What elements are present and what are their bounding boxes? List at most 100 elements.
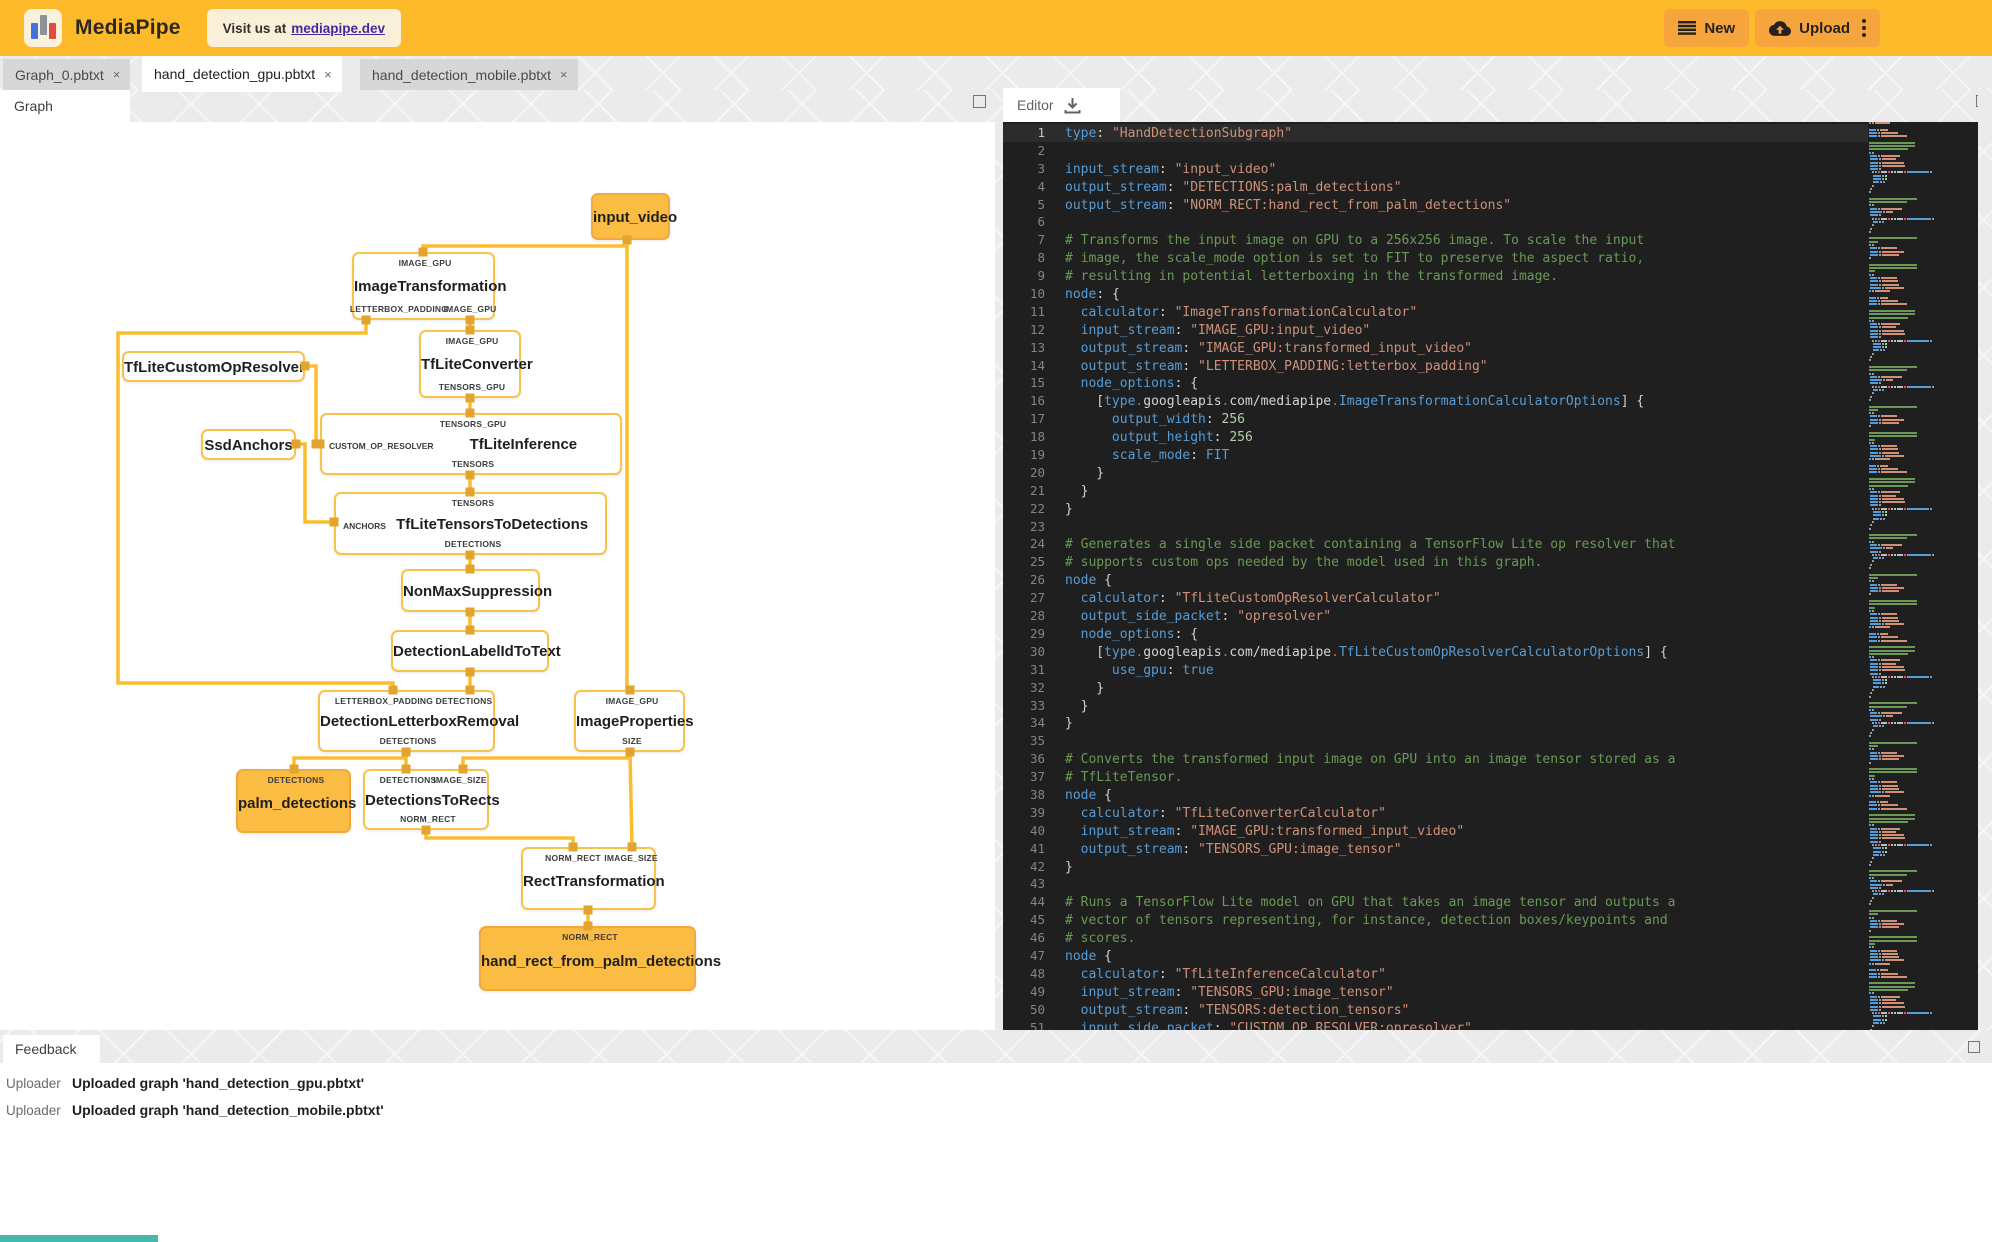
code-line-13: 13 output_stream: "IMAGE_GPU:transformed_…	[1003, 339, 1868, 357]
minimap-line	[1868, 774, 1951, 777]
graph-canvas[interactable]: input_video IMAGE_GPU LETTERBOX_PADDING IMA…	[0, 122, 995, 1030]
minimap-line	[1868, 735, 1951, 738]
graph-node-hand_rect_from_palm_detections[interactable]: NORM_RECT hand_rect_from_palm_detections	[479, 926, 722, 991]
port-label-TENSORS_GPU: TENSORS_GPU	[438, 382, 506, 392]
minimap-line	[1868, 586, 1951, 589]
line-number: 24	[1029, 536, 1045, 552]
graph-node-input_video[interactable]: input_video	[591, 193, 677, 240]
minimap-line	[1868, 619, 1951, 622]
minimap-line	[1868, 896, 1951, 899]
minimap-line	[1868, 603, 1951, 606]
minimap-line	[1868, 798, 1951, 800]
graph-node-SsdAnchors[interactable]: SsdAnchors	[201, 429, 296, 460]
new-button[interactable]: New	[1664, 9, 1750, 47]
graph-maximize-icon[interactable]	[973, 95, 986, 108]
file-tab-hand_detection_gpu.pbtxt[interactable]: hand_detection_gpu.pbtxt ×	[142, 56, 342, 92]
editor-minimap[interactable]	[1868, 122, 1951, 1030]
minimap-line	[1868, 392, 1951, 395]
tab-feedback[interactable]: Feedback	[3, 1035, 100, 1063]
minimap-line	[1868, 929, 1951, 932]
graph-node-NonMaxSuppression[interactable]: NonMaxSuppression	[401, 569, 552, 612]
minimap-line	[1868, 679, 1951, 682]
minimap-line	[1868, 804, 1951, 807]
minimap-line	[1868, 1025, 1951, 1028]
minimap-line	[1868, 725, 1951, 728]
minimap-line	[1868, 715, 1951, 718]
minimap-line	[1868, 458, 1951, 461]
minimap-line	[1868, 408, 1951, 411]
minimap-line	[1868, 850, 1951, 853]
code-line-21: 21}	[1003, 482, 1868, 500]
close-tab-icon[interactable]: ×	[560, 68, 568, 81]
code-line-25: 25 # supports custom ops needed by the mo…	[1003, 553, 1868, 571]
minimap-line	[1868, 148, 1951, 151]
minimap-line	[1868, 665, 1951, 668]
graph-node-DetectionsToRects[interactable]: DETECTIONS IMAGE_SIZE NORM_RECT DetectionsT…	[363, 769, 500, 830]
download-icon[interactable]	[1064, 97, 1081, 114]
minimap-line	[1868, 257, 1951, 260]
minimap-line	[1868, 741, 1951, 744]
minimap-line	[1868, 253, 1951, 256]
minimap-line	[1868, 765, 1951, 767]
mediapipe-dev-link[interactable]: mediapipe.dev	[291, 21, 385, 36]
minimap-line	[1868, 349, 1951, 352]
graph-node-ImageTransformation[interactable]: IMAGE_GPU LETTERBOX_PADDING IMAGE_GPU Image…	[350, 252, 507, 320]
minimap-line	[1868, 468, 1951, 471]
minimap-line	[1868, 309, 1951, 312]
minimap-line	[1868, 181, 1951, 184]
minimap-line	[1868, 217, 1951, 220]
minimap-line	[1868, 224, 1951, 227]
graph-node-TfLiteConverter[interactable]: IMAGE_GPU TENSORS_GPU TfLiteConverter	[419, 330, 533, 398]
graph-node-DetectionLabelIdToText[interactable]: DetectionLabelIdToText	[391, 630, 561, 672]
code-editor[interactable]: 1 type: "HandDetectionSubgraph" 2 3 input_st…	[1003, 122, 1978, 1030]
minimap-line	[1868, 547, 1951, 550]
minimap-line	[1868, 883, 1951, 886]
minimap-line	[1868, 145, 1951, 148]
minimap-line	[1868, 771, 1951, 774]
feedback-row: Uploader Uploaded graph 'hand_detection_m…	[0, 1097, 1992, 1123]
code-line-9: 9 # resulting in potential letterboxing i…	[1003, 267, 1868, 285]
minimap-line	[1868, 537, 1951, 540]
file-tab-hand_detection_mobile.pbtxt[interactable]: hand_detection_mobile.pbtxt ×	[360, 59, 578, 90]
line-number: 12	[1029, 321, 1045, 337]
minimap-line	[1868, 695, 1951, 698]
minimap-line	[1868, 728, 1951, 731]
feedback-maximize-icon[interactable]	[1968, 1041, 1980, 1053]
minimap-line	[1868, 722, 1951, 725]
node-label: DetectionLabelIdToText	[393, 643, 561, 660]
minimap-line	[1868, 916, 1951, 919]
graph-node-TfLiteInference[interactable]: TENSORS_GPU TENSORS CUSTOM_OP_RESOLVER TfLi…	[320, 413, 622, 475]
minimap-line	[1868, 781, 1951, 784]
minimap-line	[1868, 860, 1951, 863]
graph-node-TfLiteTensorsToDetections[interactable]: TENSORS DETECTIONS ANCHORS TfLiteTensorsToD…	[334, 492, 607, 555]
minimap-line	[1868, 527, 1951, 530]
tab-editor[interactable]: Editor	[1003, 88, 1120, 122]
tab-graph[interactable]: Graph	[0, 90, 130, 122]
minimap-line	[1868, 435, 1951, 438]
graph-node-RectTransformation[interactable]: NORM_RECT IMAGE_SIZE RectTransformation	[521, 847, 665, 910]
upload-button[interactable]: Upload	[1755, 9, 1880, 47]
file-tab-Graph_0.pbtxt[interactable]: Graph_0.pbtxt ×	[3, 59, 131, 90]
code-line-36: 36 # Converts the transformed input image…	[1003, 750, 1868, 768]
node-label: hand_rect_from_palm_detections	[481, 952, 722, 970]
minimap-line	[1868, 141, 1951, 144]
minimap-line	[1868, 600, 1951, 603]
close-tab-icon[interactable]: ×	[324, 68, 332, 81]
port-label-NORM_RECT: NORM_RECT	[562, 932, 618, 942]
graph-node-TfLiteCustomOpResolver[interactable]: TfLiteCustomOpResolver	[122, 351, 305, 382]
more-options-icon[interactable]	[1862, 17, 1866, 39]
minimap-line	[1868, 550, 1951, 553]
minimap-line	[1868, 240, 1951, 243]
minimap-line	[1868, 204, 1951, 207]
port-label-IMAGE_GPU: IMAGE_GPU	[445, 336, 499, 346]
minimap-line	[1868, 501, 1951, 504]
graph-node-palm_detections[interactable]: DETECTIONS palm_detections	[236, 769, 356, 833]
minimap-line	[1868, 237, 1951, 240]
code-line-8: 8 # image, the scale_mode option is set t…	[1003, 249, 1868, 267]
minimap-line	[1868, 316, 1951, 319]
graph-node-DetectionLetterboxRemoval[interactable]: LETTERBOX_PADDING DETECTIONS DETECTIONS Det…	[318, 690, 519, 752]
minimap-line	[1868, 520, 1951, 523]
close-tab-icon[interactable]: ×	[113, 68, 121, 81]
graph-node-ImageProperties[interactable]: IMAGE_GPU SIZE ImageProperties	[574, 690, 694, 752]
minimap-line	[1868, 125, 1951, 127]
